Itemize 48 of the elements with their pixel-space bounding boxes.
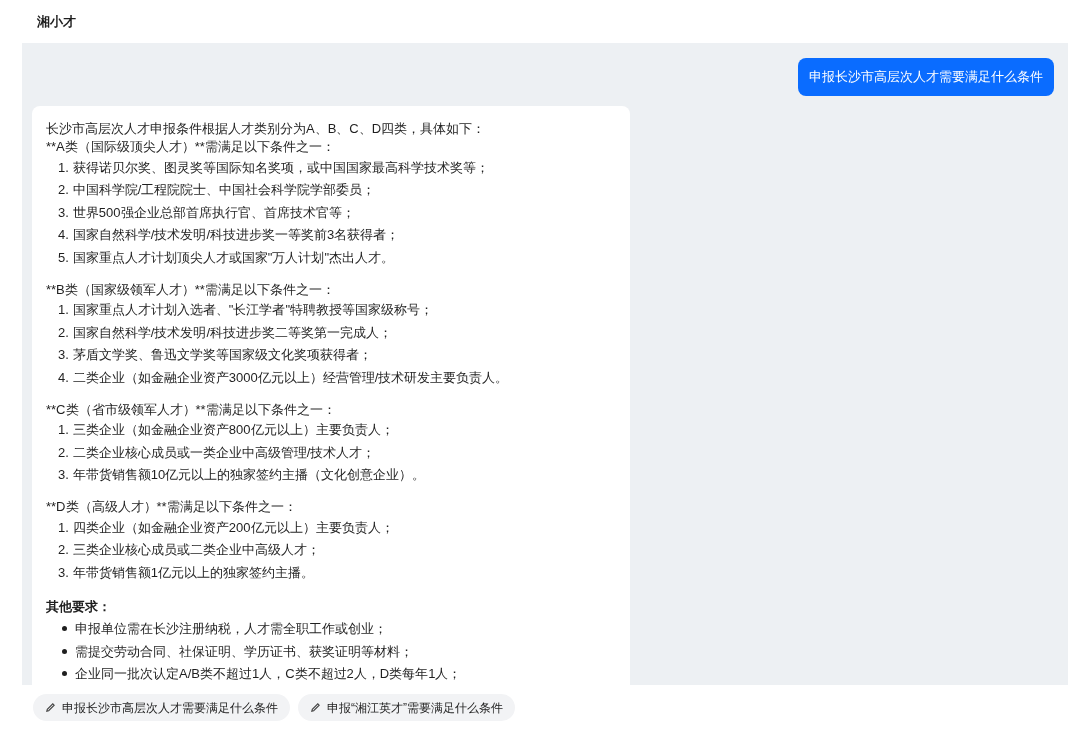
section-heading: 其他要求： (46, 597, 112, 616)
section-heading: **D类（高级人才）**需满足以下条件之一： (46, 498, 298, 516)
list-item-text: 年带货销售额1亿元以上的独家签约主播。 (72, 563, 315, 582)
suggestion-chip[interactable]: 申报“湘江英才”需要满足什么条件 (298, 694, 515, 721)
list-number: 3. (58, 466, 69, 484)
section-heading: **A类（国际级顶尖人才）**需满足以下条件之一： (46, 138, 336, 156)
section-heading: **C类（省市级领军人才）**需满足以下条件之一： (46, 400, 337, 419)
list-number: 2. (58, 181, 69, 199)
list-number: 1. (58, 301, 69, 319)
list-number: 4. (58, 226, 69, 244)
list-number: 5. (58, 248, 69, 267)
suggestion-chip[interactable]: 申报长沙市高层次人才需要满足什么条件 (33, 694, 290, 721)
list-number: 4. (58, 368, 69, 387)
list-item-text: 二类企业核心成员或一类企业中高级管理/技术人才； (72, 443, 376, 462)
list-item-text: 茅盾文学奖、鲁迅文学奖等国家级文化奖项获得者； (72, 346, 372, 364)
bullet-icon (62, 626, 67, 632)
user-message: 申报长沙市高层次人才需要满足什么条件 (798, 58, 1054, 96)
list-item-text: 企业同一批次认定A/B类不超过1人，C类不超过2人，D类每年1人； (75, 665, 462, 683)
app-title: 湘小才 (37, 12, 76, 31)
list-item-text: 年带货销售额10亿元以上的独家签约主播（文化创意企业）。 (72, 466, 426, 484)
list-number: 3. (58, 203, 69, 222)
list-item-text: 国家自然科学/技术发明/科技进步奖二等奖第一完成人； (72, 323, 393, 342)
list-item-text: 国家自然科学/技术发明/科技进步奖一等奖前3名获得者； (72, 226, 400, 244)
list-number: 1. (58, 518, 69, 537)
list-item-text: 世界500强企业总部首席执行官、首席技术官等； (72, 203, 355, 222)
list-item-text: 国家重点人才计划入选者、"长江学者"特聘教授等国家级称号； (72, 301, 434, 319)
list-item-text: 获得诺贝尔奖、图灵奖等国际知名奖项，或中国国家最高科学技术奖等； (72, 158, 489, 177)
list-item-text: 申报单位需在长沙注册纳税，人才需全职工作或创业； (75, 620, 387, 638)
list-number: 3. (58, 563, 69, 582)
list-number: 1. (58, 421, 69, 439)
list-number: 2. (58, 541, 69, 559)
list-number: 2. (58, 443, 69, 462)
list-item-text: 三类企业（如金融企业资产800亿元以上）主要负责人； (72, 421, 394, 439)
bullet-icon (62, 671, 67, 677)
bullet-icon (62, 648, 67, 654)
answer-intro: 长沙市高层次人才申报条件根据人才类别分为A、B、C、D四类，具体如下： (46, 120, 487, 138)
pencil-icon (310, 702, 321, 713)
pencil-icon (45, 702, 56, 713)
list-number: 2. (58, 323, 69, 342)
list-item-text: 中国科学院/工程院院士、中国社会科学院学部委员； (72, 181, 376, 199)
section-heading: **B类（国家级领军人才）**需满足以下条件之一： (46, 280, 336, 299)
list-item-text: 四类企业（如金融企业资产200亿元以上）主要负责人； (72, 518, 394, 537)
list-item-text: 三类企业核心成员或二类企业中高级人才； (72, 541, 320, 559)
list-item-text: 国家重点人才计划顶尖人才或国家"万人计划"杰出人才。 (72, 248, 395, 267)
list-number: 1. (58, 158, 69, 177)
list-item-text: 需提交劳动合同、社保证明、学历证书、获奖证明等材料； (75, 642, 413, 661)
list-number: 3. (58, 346, 69, 364)
list-item-text: 二类企业（如金融企业资产3000亿元以上）经营管理/技术研发主要负责人。 (72, 368, 509, 387)
